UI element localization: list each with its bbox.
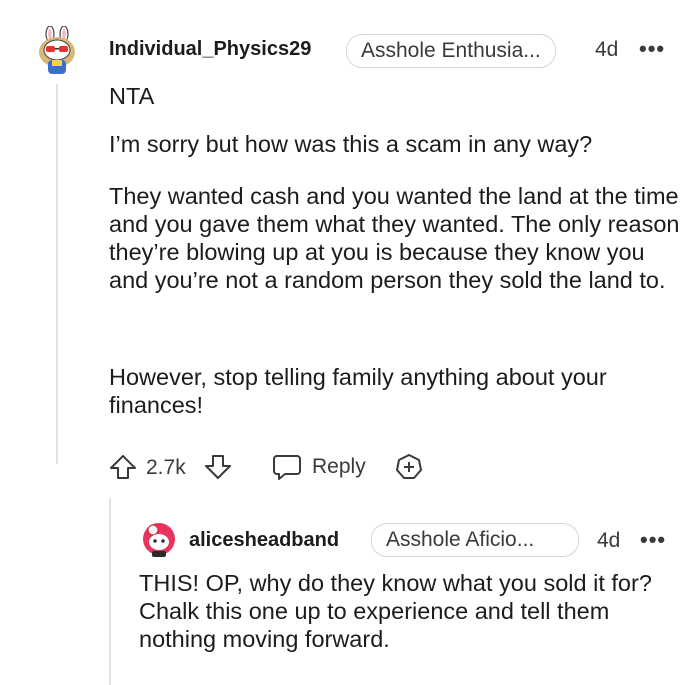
comment-avatar[interactable]: [34, 25, 80, 78]
snoo-avatar-icon: [143, 523, 175, 557]
user-flair: Asshole Enthusia...: [346, 34, 556, 68]
reply-label: Reply: [312, 455, 366, 478]
reply-user-flair: Asshole Aficio...: [371, 523, 579, 557]
comment-age: 4d: [595, 38, 619, 61]
comment-paragraph: NTA: [109, 83, 155, 109]
reply-text: THIS! OP, why do they know what you sold…: [139, 570, 652, 652]
reply-button[interactable]: Reply: [271, 451, 371, 483]
reply-age: 4d: [597, 529, 621, 552]
award-button[interactable]: [394, 452, 424, 482]
downvote-arrow-icon: [205, 455, 231, 479]
thread-line[interactable]: [56, 84, 58, 464]
comment-paragraph: They wanted cash and you wanted the land…: [109, 183, 680, 293]
reply-username[interactable]: alicesheadband: [189, 529, 339, 552]
vote-count: 2.7k: [146, 456, 186, 479]
comment-username[interactable]: Individual_Physics29: [109, 38, 311, 61]
more-options-button[interactable]: •••: [639, 36, 665, 62]
reply-thread-line[interactable]: [109, 498, 111, 685]
reply-more-options-button[interactable]: •••: [640, 527, 666, 553]
comment-bubble-icon: [273, 455, 301, 480]
comment-paragraph: I’m sorry but how was this a scam in any…: [109, 131, 593, 157]
comment-paragraph: However, stop telling family anything ab…: [109, 364, 607, 418]
upvote-button[interactable]: [108, 452, 138, 482]
snoo-avatar-icon: [39, 25, 75, 74]
add-award-icon: [396, 454, 422, 479]
upvote-arrow-icon: [110, 455, 136, 479]
reply-avatar[interactable]: [140, 521, 178, 559]
downvote-button[interactable]: [203, 452, 233, 482]
